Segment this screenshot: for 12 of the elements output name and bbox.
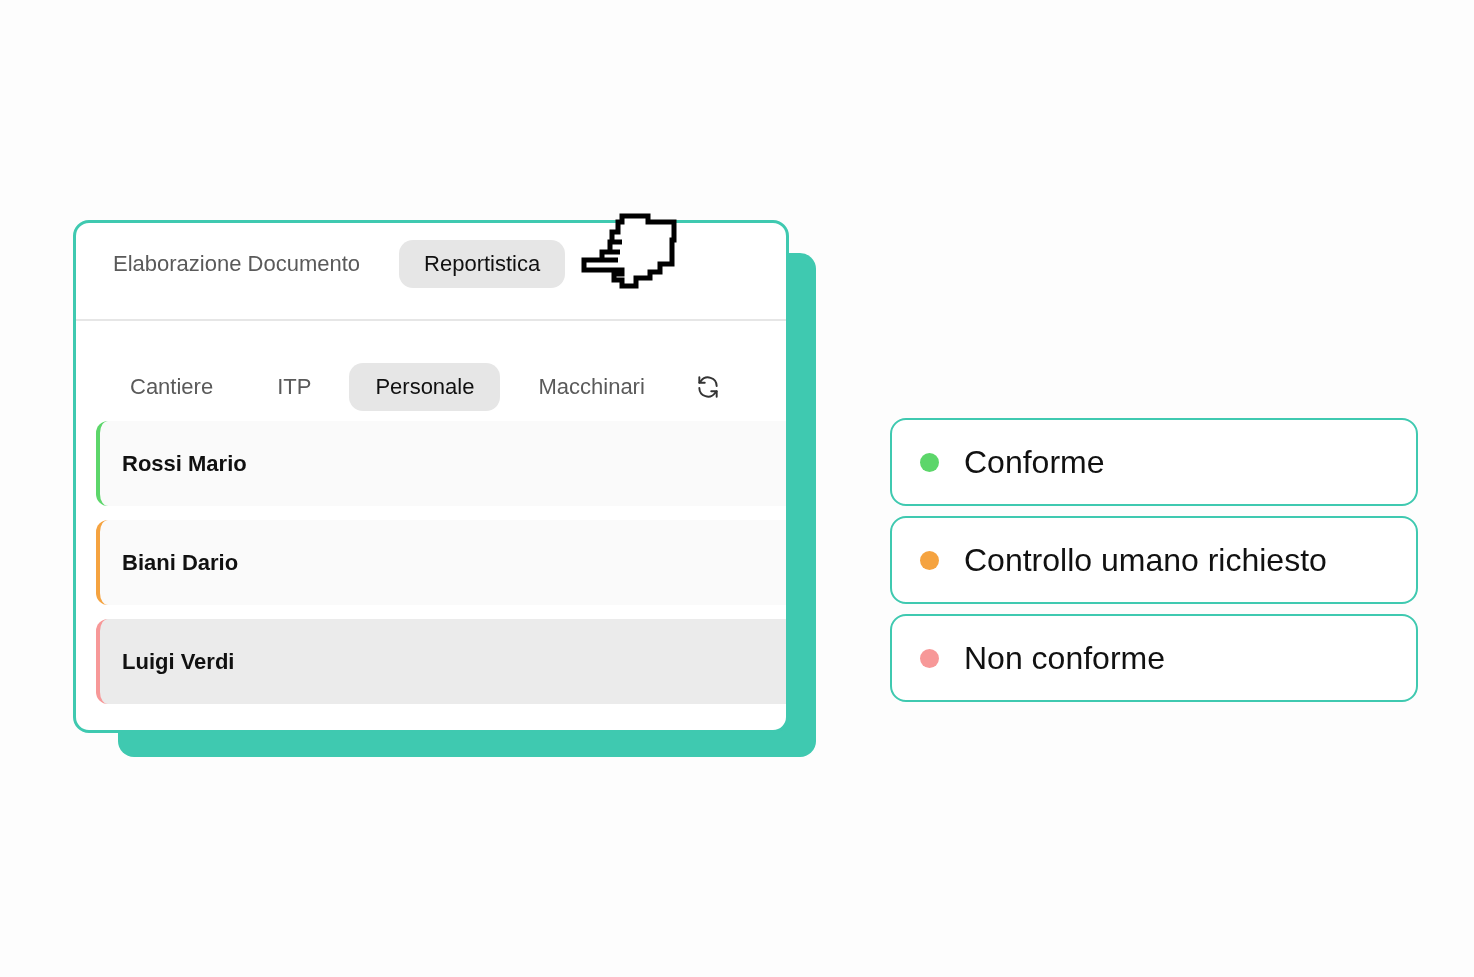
- person-row[interactable]: Biani Dario: [96, 520, 786, 605]
- tab[interactable]: Elaborazione Documento: [88, 240, 386, 288]
- legend-label: Controllo umano richiesto: [964, 541, 1327, 579]
- tab[interactable]: Macchinari: [512, 362, 671, 411]
- legend-label: Non conforme: [964, 639, 1165, 677]
- tab[interactable]: ITP: [251, 362, 338, 411]
- person-row[interactable]: Luigi Verdi: [96, 619, 786, 704]
- legend-label: Conforme: [964, 443, 1105, 481]
- person-row[interactable]: Rossi Mario: [96, 421, 786, 506]
- tab[interactable]: Cantiere: [104, 362, 240, 411]
- tab[interactable]: Reportistica: [399, 240, 566, 288]
- tab[interactable]: Personale: [349, 362, 501, 411]
